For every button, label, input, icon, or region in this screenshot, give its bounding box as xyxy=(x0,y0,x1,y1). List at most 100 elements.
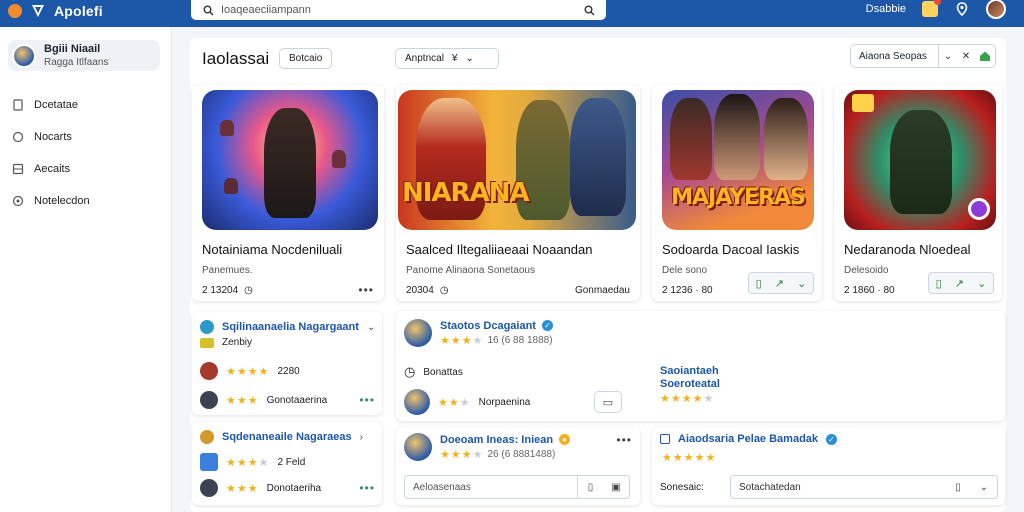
menu-icon[interactable] xyxy=(8,4,22,18)
sort-chip[interactable]: Botcaio xyxy=(279,48,333,69)
panel-title[interactable]: Sqilinaanaelia Nagargaant xyxy=(222,321,359,333)
side-summary: Saoiantaeh Soeroteatal ★★★★★ xyxy=(660,365,720,405)
game-card[interactable]: NIARANA Saalced Iltegaliiaeaai Noaandan … xyxy=(396,85,640,301)
more-icon[interactable]: ••• xyxy=(358,283,374,297)
rating-stars: ★★★★ xyxy=(440,334,484,347)
message-icon[interactable]: ▭ xyxy=(594,391,622,413)
chevron-down-icon[interactable]: ⌄ xyxy=(971,476,997,498)
rating-stars: ★★★★ xyxy=(226,365,270,378)
page-icon xyxy=(12,99,24,111)
filter-label: Anptncal xyxy=(405,53,444,64)
profile-card[interactable]: Bgiii Niaail Ragga Itlfaans xyxy=(8,40,160,71)
side-summary-title: Saoiantaeh xyxy=(660,365,719,377)
notification-icon[interactable] xyxy=(922,0,941,17)
share-icon[interactable]: ↗ xyxy=(775,277,784,290)
top-user-label[interactable]: Dsabbie xyxy=(866,3,906,15)
sidebar-item-dcetatae[interactable]: Dcetatae xyxy=(12,89,162,121)
panel-header: Sqilinaanaelia Nagargaant ⌄ xyxy=(200,320,375,334)
chevron-down-icon[interactable]: ⌄ xyxy=(939,51,957,62)
reply-row[interactable]: ★★★ Norpaenina ▭ xyxy=(404,389,622,415)
comment-header: Doeoam Ineas: Iniean ● ★★★★ 26 (6 888148… xyxy=(404,433,632,461)
search-submit-icon[interactable] xyxy=(582,3,596,17)
brand[interactable]: Apolefi xyxy=(8,2,103,20)
game-subtitle: Dele sono xyxy=(662,265,708,276)
avatar xyxy=(404,433,432,461)
sidebar-item-notelecdon[interactable]: Notelecdon xyxy=(12,185,162,217)
status-row: ◷ Bonattas xyxy=(404,364,463,380)
home-icon[interactable] xyxy=(975,50,995,62)
search-bar[interactable] xyxy=(191,0,606,20)
game-meta: 2 1860 · 80 xyxy=(844,285,895,296)
save-icon[interactable]: ▯ xyxy=(756,277,762,290)
comment-input[interactable]: Aeloasenaas ▯ ▣ xyxy=(404,475,630,499)
sidebar-item-aecaits[interactable]: Aecaits xyxy=(12,153,162,185)
game-thumbnail[interactable]: NIARANA xyxy=(398,90,636,230)
setting-title[interactable]: Aiaodsaria Pelae Bamadak xyxy=(678,433,818,445)
reply-text: Norpaenina xyxy=(478,396,531,408)
rating-stars: ★★★ xyxy=(226,482,259,495)
save-icon[interactable]: ▯ xyxy=(945,476,971,498)
panel-title[interactable]: Sqdenaneaile Nagaraeas xyxy=(222,431,352,443)
list-item[interactable]: ★★★★ 2 Feld xyxy=(200,453,305,471)
more-icon[interactable]: ••• xyxy=(359,481,375,495)
rating-text: 26 (6 8881488) xyxy=(487,448,556,460)
list-item-text: Donotaeriha xyxy=(266,482,322,494)
setting-panel: Aiaodsaria Pelae Bamadak ✓ ★★★★★ Sonesai… xyxy=(652,427,1005,505)
list-item[interactable]: ★★★★ 2280 xyxy=(200,362,300,380)
grid-icon xyxy=(12,163,24,175)
view-filter[interactable]: Aiaona Seopas ⌄ ✕ xyxy=(850,44,996,68)
comment-title[interactable]: Doeoam Ineas: Iniean xyxy=(440,434,553,446)
game-title[interactable]: Notainiama Nocdeniluali xyxy=(202,242,342,257)
rating-stars: ★★★ xyxy=(438,396,471,409)
game-subtitle: Panemues. xyxy=(202,265,253,276)
card-actions[interactable]: ▯ ↗ ⌄ xyxy=(748,272,814,294)
close-icon[interactable]: ✕ xyxy=(957,51,975,62)
card-actions[interactable]: ▯ ↗ ⌄ xyxy=(928,272,994,294)
image-icon[interactable]: ▣ xyxy=(603,476,629,498)
comment-panel: Doeoam Ineas: Iniean ● ★★★★ 26 (6 888148… xyxy=(396,427,640,505)
player-panel: Sqdenaneaile Nagaraeas › ★★★★ 2 Feld ★★★… xyxy=(192,422,382,505)
search-input[interactable] xyxy=(221,4,576,16)
setting-value: Sotachatedan xyxy=(739,481,801,493)
sidebar-item-nocarts[interactable]: Nocarts xyxy=(12,121,162,153)
share-icon[interactable]: ↗ xyxy=(955,277,964,290)
game-card[interactable]: Nedaranoda Nloedeal Delesoido 2 1860 · 8… xyxy=(834,85,1002,301)
setting-select[interactable]: Sotachatedan ▯ ⌄ xyxy=(730,475,998,499)
review-title[interactable]: Staotos Dcagaiant xyxy=(440,320,536,332)
rating-text: 16 (6 88 1888) xyxy=(487,334,553,346)
game-thumbnail[interactable] xyxy=(844,90,996,230)
rating-stars: ★★★ xyxy=(226,394,259,407)
game-thumbnail-title: MAJAYERAS xyxy=(671,185,806,210)
sidebar: Bgiii Niaail Ragga Itlfaans Dcetatae Noc… xyxy=(0,27,172,512)
panel-subrow: Zenbiy xyxy=(200,337,252,348)
chevron-right-icon[interactable]: › xyxy=(360,432,363,443)
game-card[interactable]: MAJAYERAS Sodoarda Dacoal Iaskis Dele so… xyxy=(652,85,822,301)
more-icon[interactable]: ••• xyxy=(616,433,632,447)
location-pin-icon[interactable] xyxy=(954,1,970,17)
game-title[interactable]: Nedaranoda Nloedeal xyxy=(844,242,970,257)
list-item[interactable]: ★★★ Donotaeriha ••• xyxy=(200,479,375,497)
game-thumbnail[interactable] xyxy=(202,90,378,230)
avatar xyxy=(200,391,218,409)
game-title[interactable]: Sodoarda Dacoal Iaskis xyxy=(662,242,799,257)
game-title[interactable]: Saalced Iltegaliiaeaai Noaandan xyxy=(406,242,592,257)
game-card[interactable]: Notainiama Nocdeniluali Panemues. 2 1320… xyxy=(192,85,384,301)
clock-icon: ◷ xyxy=(404,364,416,379)
game-thumbnail[interactable]: MAJAYERAS xyxy=(662,90,814,230)
save-icon[interactable]: ▯ xyxy=(936,277,942,290)
game-meta: 2 1236 · 80 xyxy=(662,285,713,296)
search-icon xyxy=(201,3,215,17)
chevron-down-icon[interactable]: ⌄ xyxy=(797,277,806,290)
filter-dropdown[interactable]: Anptncal ¥ ⌄ xyxy=(395,48,499,69)
page-title: Iaolassai xyxy=(202,49,270,68)
chevron-down-icon: ⌄ xyxy=(465,53,474,64)
list-item[interactable]: ★★★ Gonotaaerina ••• xyxy=(200,391,375,409)
chevron-down-icon[interactable]: ⌄ xyxy=(977,277,986,290)
more-icon[interactable]: ••• xyxy=(359,393,375,407)
chevron-down-icon[interactable]: ⌄ xyxy=(367,322,375,333)
attachment-icon[interactable]: ▯ xyxy=(577,476,603,498)
avatar xyxy=(200,479,218,497)
profile-name: Bgiii Niaail xyxy=(44,43,101,55)
user-avatar[interactable] xyxy=(986,0,1006,19)
player-panel: Sqilinaanaelia Nagargaant ⌄ Zenbiy ★★★★ … xyxy=(192,312,382,415)
